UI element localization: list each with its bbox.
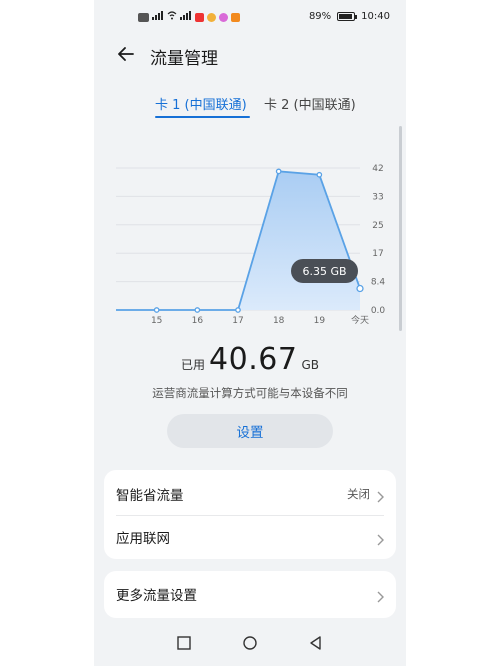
y-tick-label: 25 (372, 221, 383, 231)
more-settings-row[interactable]: 更多流量设置 (104, 572, 396, 616)
tab-indicator (155, 116, 250, 118)
x-tick-label: 18 (273, 316, 285, 326)
data-point (153, 307, 160, 313)
chart-tooltip: 6.35 GB (291, 259, 358, 283)
status-icons (138, 11, 240, 23)
usage-chart: 42 33 25 17 8.4 0.0 15 16 17 18 19 今天 6.35 GB (94, 150, 406, 335)
data-point (235, 307, 241, 313)
data-point (275, 168, 282, 175)
usage-area (116, 171, 360, 310)
page-title: 流量管理 (150, 49, 218, 69)
chevron-right-icon (376, 531, 384, 546)
smart-save-label: 智能省流量 (116, 488, 184, 504)
wifi-icon (167, 11, 177, 23)
app-network-row[interactable]: 应用联网 (104, 515, 396, 559)
y-tick-label: 0.0 (371, 306, 386, 316)
x-tick-label: 16 (192, 316, 204, 326)
status-bar: 89% 10:40 (94, 0, 406, 36)
app-header: 流量管理 (94, 40, 406, 70)
app-red-icon (195, 12, 204, 22)
system-nav-bar (94, 622, 406, 666)
clock: 10:40 (361, 11, 390, 22)
settings-button[interactable]: 设置 (167, 414, 333, 448)
usage-prefix: 已用 (181, 358, 206, 372)
weibo-icon (207, 12, 216, 22)
y-tick-label: 17 (372, 249, 383, 259)
usage-summary: 已用 40.67 GB (94, 342, 406, 377)
hd-icon (138, 12, 149, 22)
chevron-right-icon (376, 588, 384, 603)
chevron-right-icon (376, 488, 384, 503)
x-tick-label: 15 (151, 316, 162, 326)
options-card: 智能省流量 关闭 应用联网 (104, 470, 396, 559)
signal-icon (152, 11, 164, 23)
data-point (194, 307, 201, 313)
y-tick-label: 42 (372, 164, 383, 174)
sim-tabs: 卡 1 (中国联通) 卡 2 (中国联通) (94, 94, 406, 120)
home-icon[interactable] (242, 635, 258, 651)
usage-chart-svg: 42 33 25 17 8.4 0.0 15 16 17 18 19 今天 (116, 164, 386, 326)
app-orange-icon (231, 12, 240, 22)
x-tick-label: 17 (232, 316, 243, 326)
current-point (356, 284, 364, 293)
signal-icon (180, 11, 192, 23)
app-network-label: 应用联网 (116, 531, 170, 547)
carrier-note: 运营商流量计算方式可能与本设备不同 (152, 386, 348, 400)
back-icon[interactable] (308, 635, 324, 651)
x-tick-label: 今天 (351, 314, 369, 326)
usage-unit: GB (301, 358, 319, 372)
tab-sim-1[interactable]: 卡 1 (中国联通) (155, 94, 247, 113)
smart-save-status: 关闭 (347, 487, 370, 501)
y-tick-label: 8.4 (371, 278, 386, 288)
data-point (316, 171, 323, 178)
recent-icon[interactable] (176, 635, 192, 651)
tab-sim-2[interactable]: 卡 2 (中国联通) (264, 94, 356, 113)
battery-percent: 89% (308, 11, 332, 22)
more-settings-label: 更多流量设置 (116, 588, 197, 604)
more-settings-card: 更多流量设置 (104, 571, 396, 618)
phone-screen: 89% 10:40 流量管理 卡 1 (中国联通) 卡 2 (中国联通) 42 3… (94, 0, 406, 666)
x-tick-label: 19 (314, 316, 326, 326)
app-pink-icon (219, 12, 228, 22)
battery-icon (337, 12, 358, 21)
smart-save-row[interactable]: 智能省流量 关闭 (104, 472, 396, 516)
y-tick-label: 33 (372, 192, 383, 202)
usage-value: 40.67 (209, 342, 298, 377)
back-arrow-icon[interactable] (114, 42, 138, 66)
